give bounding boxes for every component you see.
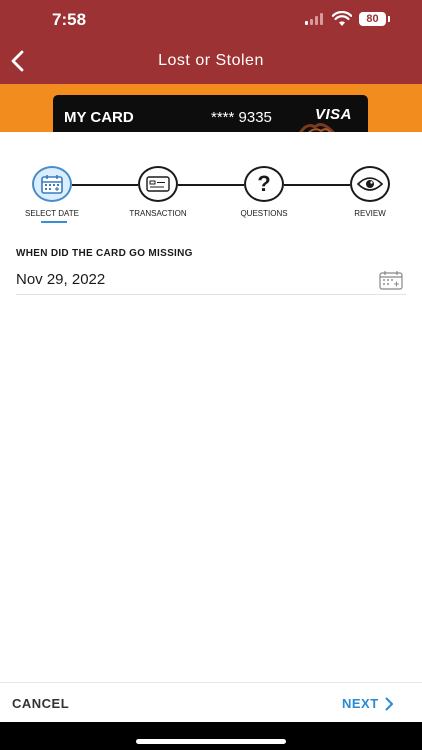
step-connector (72, 184, 138, 186)
cellular-signal-icon (305, 13, 323, 25)
visa-logo: VISA (315, 106, 353, 123)
step-label: SELECT DATE (25, 209, 79, 218)
step-questions[interactable]: ? (244, 166, 284, 202)
card-banner: MY CARD **** 9335 VISA (0, 84, 422, 132)
calendar-picker-icon[interactable] (379, 270, 403, 290)
date-field-value[interactable]: Nov 29, 2022 (16, 271, 105, 288)
cancel-button[interactable]: CANCEL (12, 696, 69, 711)
calendar-icon (41, 175, 63, 194)
status-time: 7:58 (52, 10, 87, 29)
footer-bar: CANCEL NEXT (0, 682, 422, 722)
card-image: MY CARD **** 9335 VISA (53, 95, 368, 132)
step-connector (178, 184, 244, 186)
step-label: REVIEW (354, 209, 386, 218)
card-number: **** 9335 (211, 109, 272, 126)
battery-icon: 80 (359, 12, 390, 26)
card-name: MY CARD (64, 109, 134, 126)
step-connector (284, 184, 350, 186)
step-select-date[interactable] (32, 166, 72, 202)
next-button[interactable]: NEXT (342, 696, 394, 711)
home-indicator[interactable] (136, 739, 286, 744)
page-title: Lost or Stolen (158, 52, 264, 69)
status-bar: 7:58 80 (0, 0, 422, 40)
date-field-label: WHEN DID THE CARD GO MISSING (16, 248, 193, 259)
app-header: 7:58 80 Lost or Stolen (0, 0, 422, 84)
step-label: QUESTIONS (240, 209, 288, 218)
eye-icon (357, 177, 383, 191)
step-transaction[interactable] (138, 166, 178, 202)
wifi-icon (332, 11, 352, 26)
question-icon: ? (257, 171, 271, 196)
step-label: TRANSACTION (129, 209, 187, 218)
field-divider (16, 294, 406, 295)
home-indicator-area (0, 722, 422, 750)
active-step-indicator (41, 221, 67, 223)
progress-stepper: ? SELECT DATE TRANSACTION QUESTIONS REVI… (0, 132, 422, 232)
step-review[interactable] (350, 166, 390, 202)
credit-card-icon (146, 176, 170, 192)
chevron-right-icon (385, 697, 393, 710)
next-button-label: NEXT (342, 696, 379, 711)
